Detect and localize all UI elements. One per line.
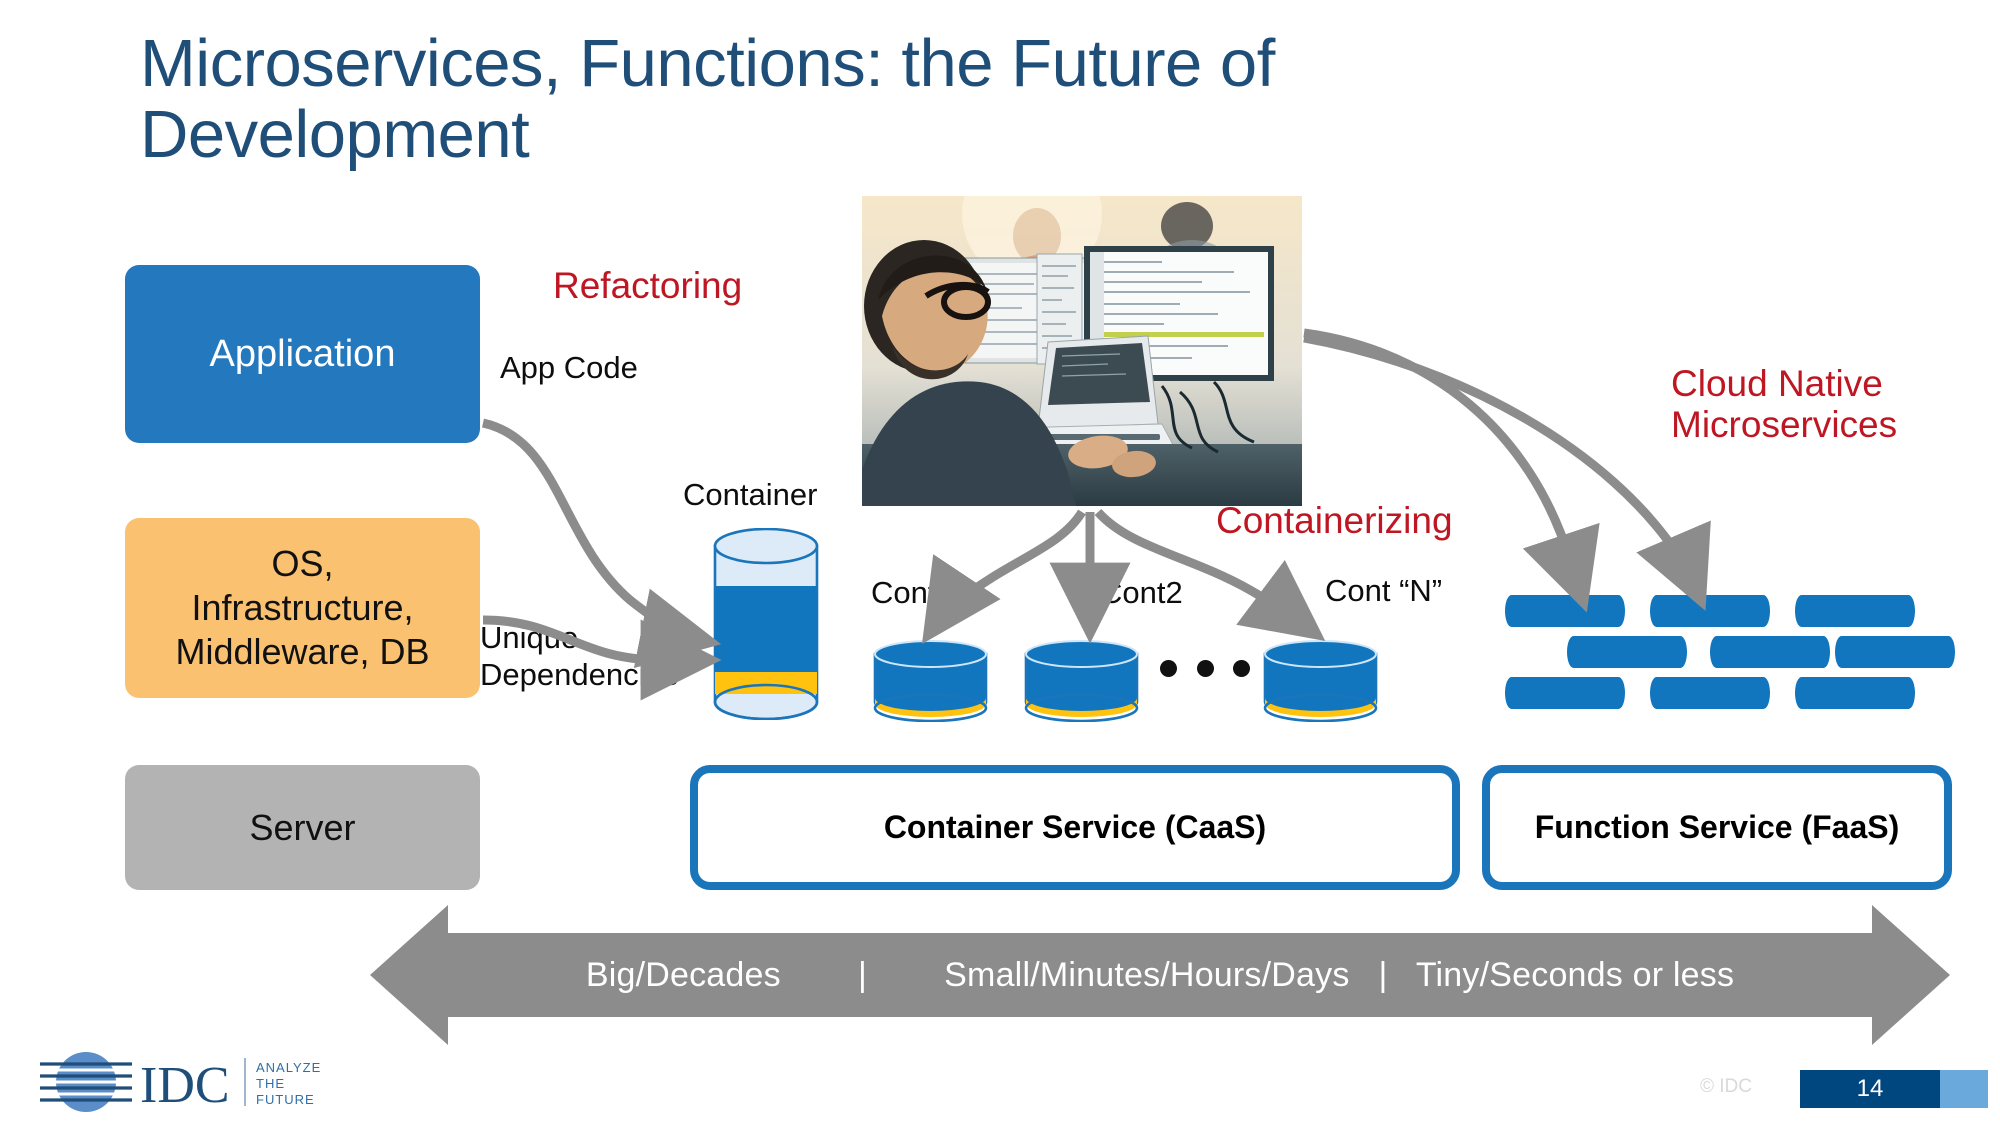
microservice-brick <box>1650 595 1770 627</box>
box-server: Server <box>125 765 480 890</box>
container-service-label: Container Service (CaaS) <box>883 809 1267 845</box>
container-service-box: Container Service (CaaS) <box>690 765 1460 890</box>
idc-logo: IDC ANALYZE THE FUTURE <box>40 1048 350 1116</box>
container-cylinder-cont-n <box>1262 640 1379 723</box>
ellipsis-dot <box>1160 659 1177 677</box>
ellipsis-more-containers <box>1160 648 1250 688</box>
box-application: Application <box>125 265 480 443</box>
annotation-containerizing: Containerizing <box>1216 500 1453 541</box>
label-cont2: Cont2 <box>1100 575 1183 610</box>
microservice-brick <box>1567 636 1687 668</box>
slide-canvas: Microservices, Functions: the Future of … <box>0 0 2000 1125</box>
container-cylinder-large <box>712 527 820 721</box>
idc-tagline-line2: THE <box>256 1076 285 1091</box>
container-cylinder-cont1-shape <box>873 640 988 723</box>
arrow-photo-to-microservices-1 <box>1303 328 1600 613</box>
microservice-brick <box>1795 677 1915 709</box>
scale-arrow-text: Big/Decades | Small/Minutes/Hours/Days |… <box>585 955 1735 994</box>
page-title: Microservices, Functions: the Future of … <box>140 26 1275 173</box>
box-server-label: Server <box>249 806 356 848</box>
function-service-box: Function Service (FaaS) <box>1482 765 1952 890</box>
idc-tagline-line3: FUTURE <box>256 1092 315 1107</box>
arrow-app-code-to-container <box>481 418 722 669</box>
microservice-brick <box>1505 595 1625 627</box>
label-container: Container <box>683 477 818 512</box>
developer-photo <box>862 196 1302 506</box>
idc-globe-icon <box>40 1052 132 1112</box>
annotation-refactoring: Refactoring <box>553 265 743 306</box>
annotation-cloud-native-microservices: Cloud Native Microservices <box>1671 363 1898 446</box>
microservice-brick <box>1505 677 1625 709</box>
page-number-badge: 14 <box>1800 1070 1940 1108</box>
microservice-brick <box>1795 595 1915 627</box>
label-cont-n: Cont “N” <box>1325 573 1443 608</box>
page-badge-accent <box>1940 1070 1988 1108</box>
idc-logo-mark: IDC ANALYZE THE FUTURE <box>40 1052 321 1114</box>
copyright-text: © IDC <box>1700 1076 1752 1097</box>
idc-wordmark: IDC <box>140 1057 230 1114</box>
scale-double-arrow: Big/Decades | Small/Minutes/Hours/Days |… <box>370 905 1950 1045</box>
ellipsis-dot <box>1233 659 1250 677</box>
container-cylinder-large-shape <box>713 527 819 721</box>
microservice-brick <box>1835 636 1955 668</box>
scale-arrow-head-left <box>370 905 448 1045</box>
box-os-label: OS, Infrastructure, Middleware, DB <box>175 543 430 672</box>
label-unique-dependencies: Unique Dependencies <box>480 620 679 692</box>
arrow-photo-to-microservices-2 <box>1303 333 1711 611</box>
function-service-label: Function Service (FaaS) <box>1534 809 1900 845</box>
box-os-infrastructure: OS, Infrastructure, Middleware, DB <box>125 518 480 698</box>
developer-photo-illustration <box>862 196 1302 506</box>
container-cylinder-cont2 <box>1023 640 1140 723</box>
arrow-photo-to-cont1 <box>922 509 1086 644</box>
label-cont1: Cont1 <box>871 575 954 610</box>
container-cylinder-cont-n-shape <box>1263 640 1378 723</box>
container-cylinder-cont1 <box>872 640 989 723</box>
microservice-brick <box>1650 677 1770 709</box>
microservice-brick <box>1710 636 1830 668</box>
scale-arrow-head-right <box>1872 905 1950 1045</box>
ellipsis-dot <box>1196 659 1214 677</box>
label-app-code: App Code <box>500 350 638 385</box>
idc-tagline-line1: ANALYZE <box>256 1060 321 1075</box>
container-cylinder-cont2-shape <box>1024 640 1139 723</box>
microservices-brick-wall <box>1505 595 1955 710</box>
box-application-label: Application <box>209 332 396 375</box>
